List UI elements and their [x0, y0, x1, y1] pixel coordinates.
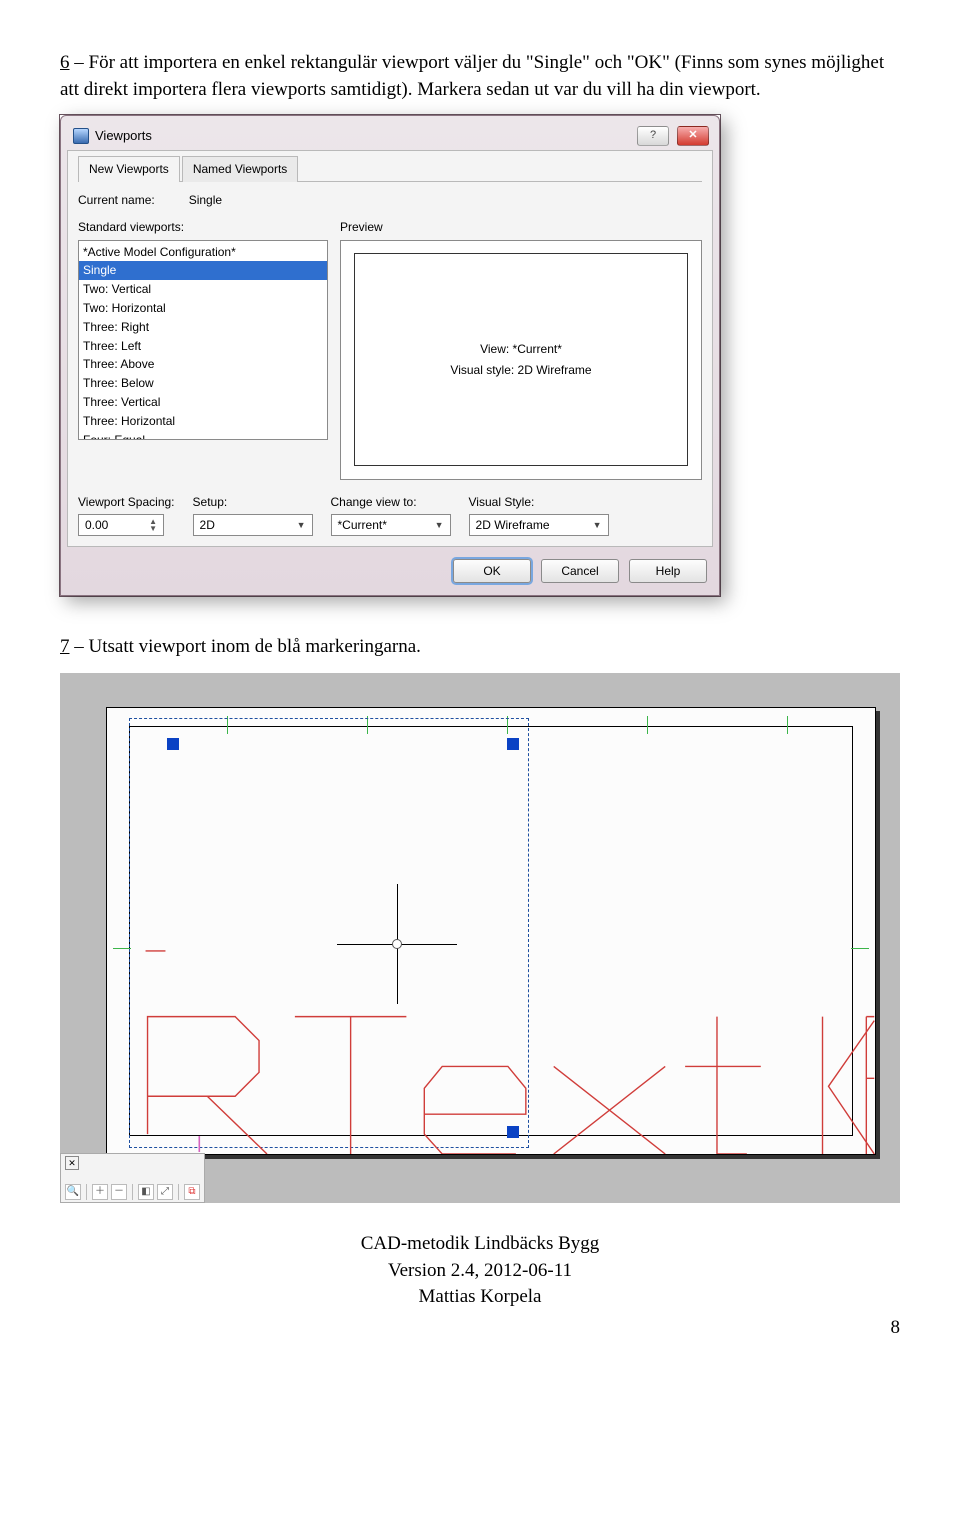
page-number: 8	[60, 1315, 900, 1342]
paragraph-6: 6 – För att importera en enkel rektangul…	[60, 50, 900, 103]
zoom-palette[interactable]: ✕ 🔍 ＋ － ◧ ⤢ ⧉	[60, 1153, 205, 1203]
dialog-titlebar: Viewports ? ✕	[67, 122, 713, 150]
ok-button[interactable]: OK	[453, 559, 531, 583]
zoom-window-icon[interactable]: ◧	[138, 1184, 154, 1200]
standard-viewports-label: Standard viewports:	[78, 219, 328, 236]
tab-new-viewports[interactable]: New Viewports	[78, 156, 180, 182]
document-footer: CAD-metodik Lindbäcks Bygg Version 2.4, …	[60, 1231, 900, 1311]
chevron-down-icon: ▼	[297, 519, 306, 532]
list-item[interactable]: Single	[79, 261, 327, 280]
palette-close-icon[interactable]: ✕	[65, 1156, 79, 1170]
list-item[interactable]: Two: Vertical	[79, 280, 327, 299]
cancel-button[interactable]: Cancel	[541, 559, 619, 583]
zoom-tool-icon[interactable]: 🔍	[65, 1184, 81, 1200]
zoom-out-icon[interactable]: －	[111, 1184, 127, 1200]
list-item[interactable]: Two: Horizontal	[79, 299, 327, 318]
list-item[interactable]: Four: Equal	[79, 431, 327, 440]
visual-style-label: Visual Style:	[469, 494, 609, 511]
footer-line-3: Mattias Korpela	[60, 1284, 900, 1311]
current-name-value: Single	[189, 192, 222, 209]
zoom-extents-icon[interactable]: ⤢	[157, 1184, 173, 1200]
paper-sheet	[106, 707, 876, 1155]
footer-line-1: CAD-metodik Lindbäcks Bygg	[60, 1231, 900, 1258]
preview-view-text: View: *Current*	[480, 341, 562, 358]
list-item[interactable]: Three: Below	[79, 374, 327, 393]
list-item[interactable]: Three: Vertical	[79, 393, 327, 412]
close-titlebar-button[interactable]: ✕	[677, 126, 709, 146]
viewport-spacing-value: 0.00	[85, 517, 108, 534]
app-icon	[73, 128, 89, 144]
zoom-realtime-icon[interactable]: ⧉	[184, 1184, 200, 1200]
change-view-label: Change view to:	[331, 494, 451, 511]
paragraph-6-text: – För att importera en enkel rektangulär…	[60, 52, 884, 100]
step-number-6: 6	[60, 52, 70, 73]
dialog-title: Viewports	[95, 127, 152, 145]
help-titlebar-button[interactable]: ?	[637, 126, 669, 146]
paragraph-7-text: – Utsatt viewport inom de blå markeringa…	[70, 636, 421, 657]
cad-viewport-screenshot: ✕ 🔍 ＋ － ◧ ⤢ ⧉	[60, 673, 900, 1203]
chevron-down-icon: ▼	[593, 519, 602, 532]
setup-label: Setup:	[193, 494, 313, 511]
current-name-label: Current name:	[78, 192, 155, 209]
footer-line-2: Version 2.4, 2012-06-11	[60, 1258, 900, 1285]
list-item[interactable]: Three: Right	[79, 318, 327, 337]
list-item[interactable]: Three: Above	[79, 355, 327, 374]
zoom-in-icon[interactable]: ＋	[92, 1184, 108, 1200]
change-view-value: *Current*	[338, 517, 387, 534]
list-item[interactable]: Three: Left	[79, 337, 327, 356]
list-item[interactable]: Three: Horizontal	[79, 412, 327, 431]
chevron-down-icon: ▼	[435, 519, 444, 532]
change-view-combo[interactable]: *Current* ▼	[331, 514, 451, 536]
paragraph-7: 7 – Utsatt viewport inom de blå markerin…	[60, 634, 900, 661]
viewport-spacing-label: Viewport Spacing:	[78, 494, 175, 511]
preview-box: View: *Current* Visual style: 2D Wirefra…	[340, 240, 702, 480]
visual-style-combo[interactable]: 2D Wireframe ▼	[469, 514, 609, 536]
viewports-dialog: Viewports ? ✕ New Viewports Named Viewpo…	[60, 115, 720, 596]
list-item[interactable]: *Active Model Configuration*	[79, 243, 327, 262]
help-button[interactable]: Help	[629, 559, 707, 583]
standard-viewports-listbox[interactable]: *Active Model Configuration*SingleTwo: V…	[78, 240, 328, 440]
setup-combo[interactable]: 2D ▼	[193, 514, 313, 536]
visual-style-value: 2D Wireframe	[476, 517, 550, 534]
viewport-spacing-input[interactable]: 0.00 ▲▼	[78, 514, 164, 536]
setup-value: 2D	[200, 517, 215, 534]
step-number-7: 7	[60, 636, 70, 657]
tab-named-viewports[interactable]: Named Viewports	[182, 156, 299, 182]
preview-style-text: Visual style: 2D Wireframe	[450, 362, 591, 379]
stepper-arrows-icon[interactable]: ▲▼	[149, 518, 157, 532]
preview-label: Preview	[340, 219, 702, 236]
cad-line-drawing	[107, 708, 875, 1154]
